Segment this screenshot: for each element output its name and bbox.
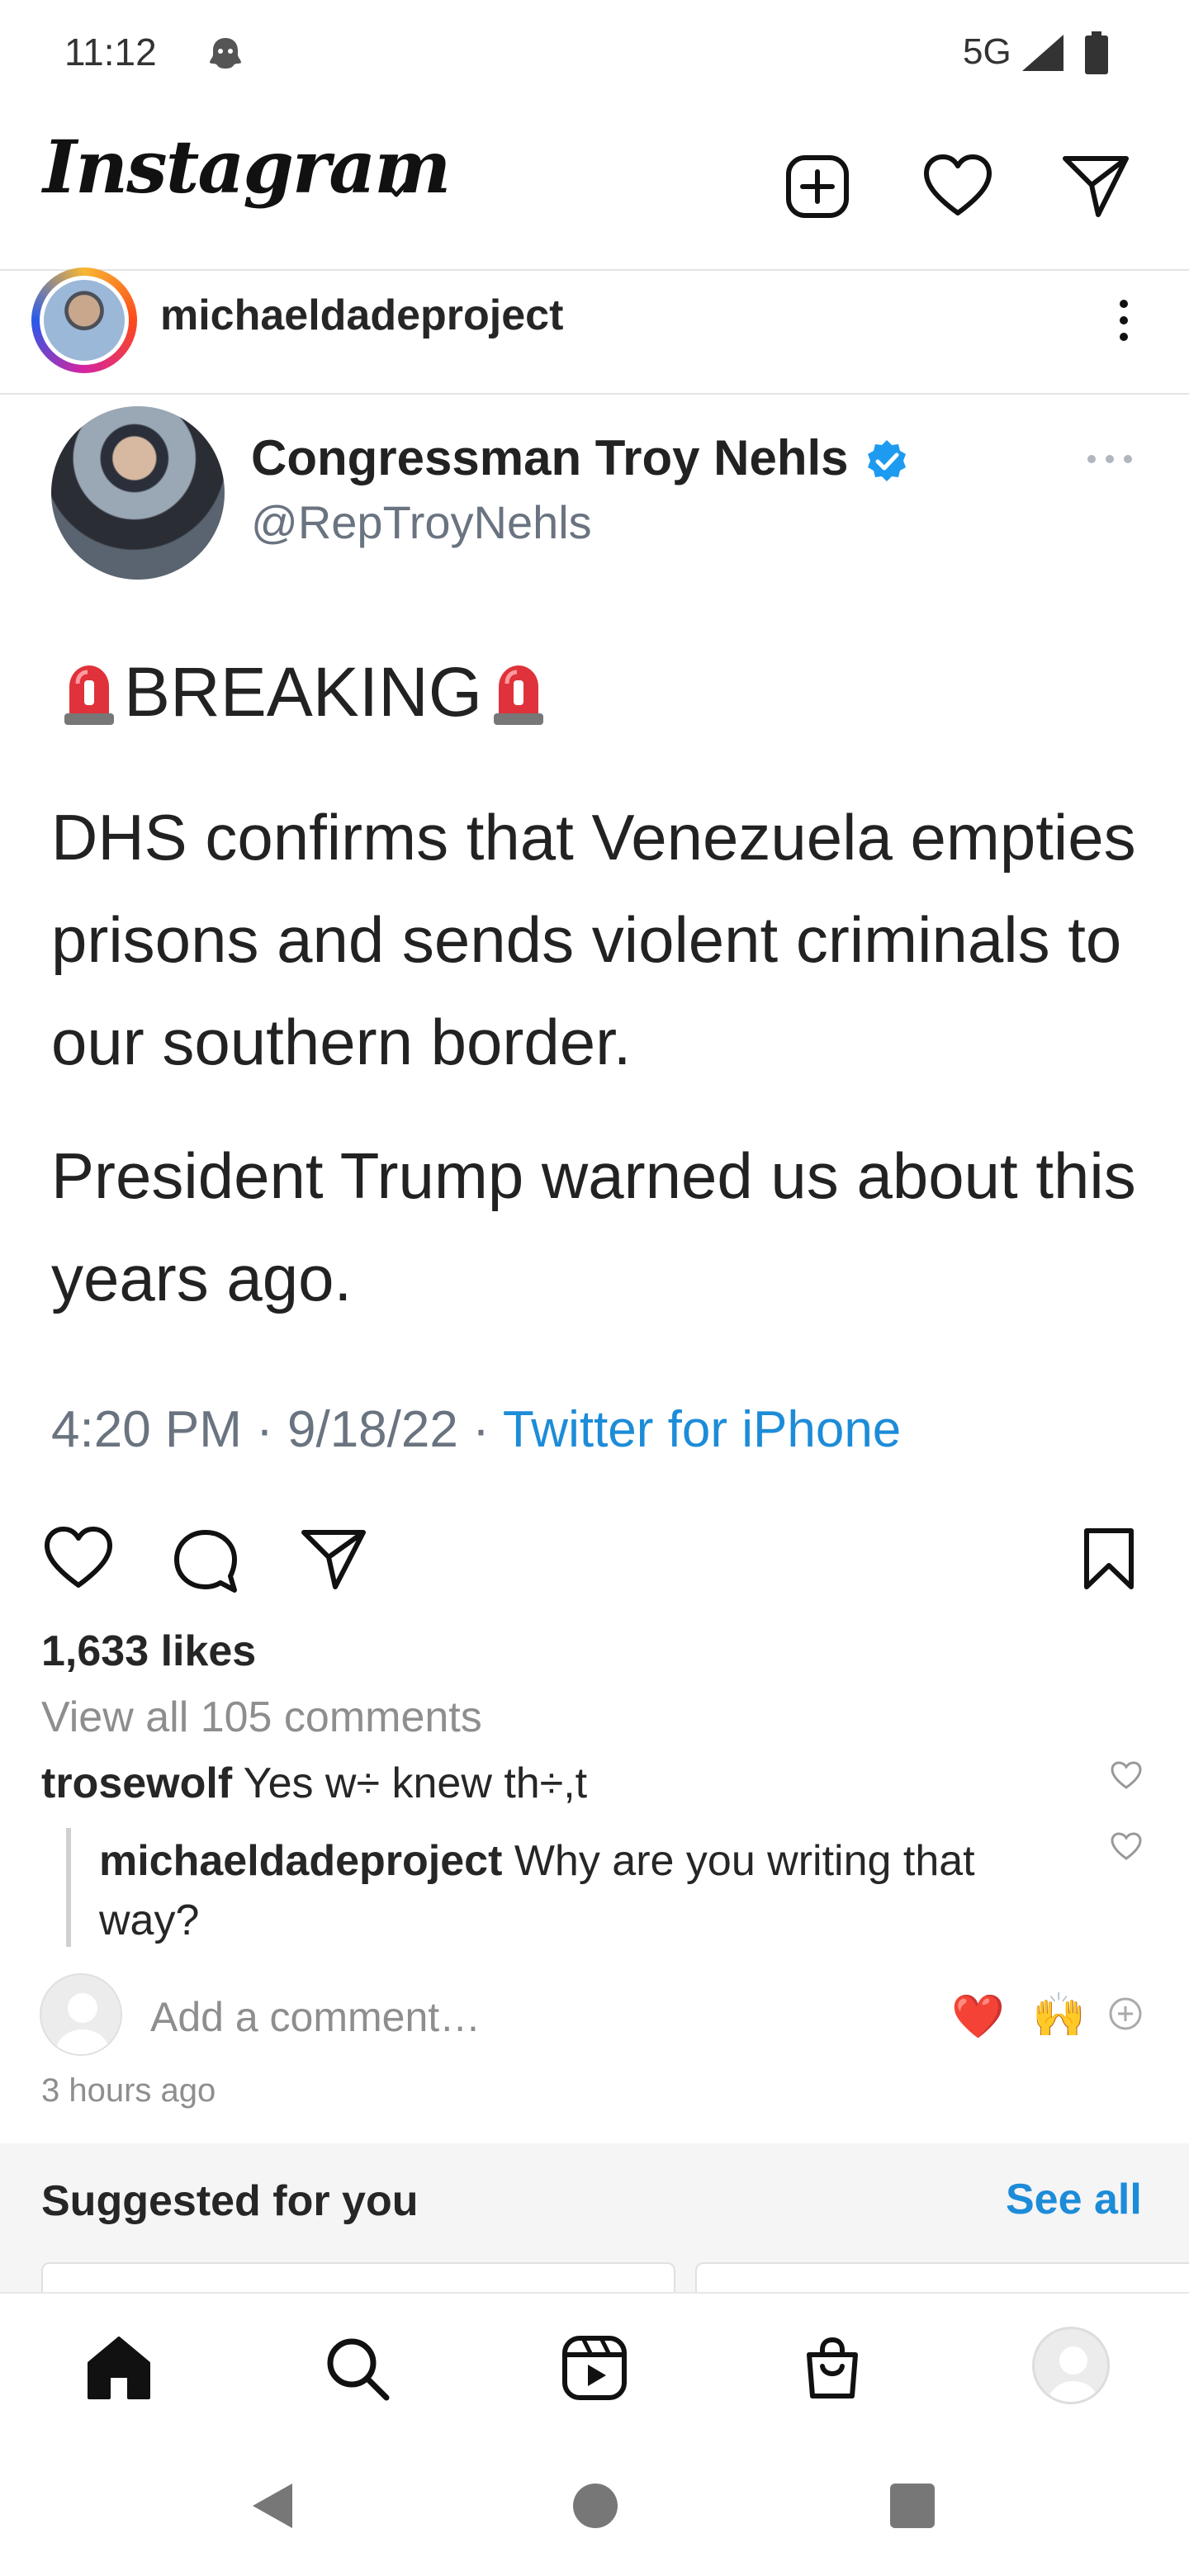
- tweet-headline: BREAKING: [59, 652, 548, 732]
- reply-thread-line: [66, 1828, 71, 1947]
- default-avatar-icon: [56, 1993, 109, 2054]
- tweet-more-icon: [1087, 455, 1132, 463]
- add-post-icon[interactable]: [784, 154, 850, 220]
- siren-emoji-icon: [64, 665, 114, 725]
- comment-like-icon[interactable]: [1110, 1831, 1143, 1861]
- network-type: 5G: [963, 31, 1011, 72]
- system-home-button[interactable]: [573, 2484, 618, 2528]
- more-emoji-icon[interactable]: [1108, 1996, 1143, 2031]
- signal-icon: [1022, 35, 1063, 71]
- notification-ghost-icon: [210, 38, 241, 69]
- comment-username[interactable]: trosewolf: [41, 1759, 232, 1807]
- comment-icon[interactable]: [172, 1527, 239, 1595]
- current-user-avatar: [40, 1973, 122, 2056]
- header-divider: [0, 269, 1189, 271]
- recent-apps-button[interactable]: [890, 2484, 935, 2528]
- tweet-author-avatar: [51, 406, 225, 580]
- add-comment-input[interactable]: Add a comment…: [150, 1993, 481, 2041]
- comment-reply: michaeldadeproject Why are you writing t…: [99, 1831, 1049, 1950]
- heart-icon[interactable]: [923, 154, 992, 218]
- verified-badge-icon: [868, 440, 906, 481]
- search-icon[interactable]: [322, 2333, 391, 2403]
- tweet-source: Twitter for iPhone: [502, 1401, 902, 1458]
- like-heart-icon[interactable]: [43, 1526, 114, 1590]
- quick-emoji-heart[interactable]: ❤️: [951, 1991, 1005, 2042]
- status-time: 11:12: [64, 31, 157, 73]
- shop-icon[interactable]: [798, 2333, 867, 2403]
- reels-icon[interactable]: [560, 2333, 629, 2403]
- quick-emoji-raised-hands[interactable]: 🙌: [1032, 1990, 1086, 2040]
- tweet-body-paragraph: DHS confirms that Venezuela empties pris…: [51, 801, 1136, 1078]
- profile-tab-avatar[interactable]: [1032, 2327, 1110, 2404]
- home-icon[interactable]: [84, 2333, 154, 2403]
- comment-username[interactable]: michaeldadeproject: [99, 1837, 502, 1885]
- post-header-divider: [0, 393, 1189, 395]
- share-icon[interactable]: [301, 1527, 367, 1592]
- comment-text: Yes w÷ knew th÷,t: [243, 1759, 588, 1807]
- direct-message-icon[interactable]: [1062, 154, 1130, 220]
- post-username[interactable]: michaeldadeproject: [160, 291, 563, 340]
- tweet-timestamp: 4:20 PM · 9/18/22 ·: [51, 1401, 503, 1458]
- back-icon[interactable]: [249, 2480, 296, 2531]
- siren-emoji-icon: [494, 665, 544, 725]
- view-all-comments-link[interactable]: View all 105 comments: [41, 1693, 482, 1742]
- comment: trosewolf Yes w÷ knew th÷,t: [41, 1759, 587, 1808]
- likes-count[interactable]: 1,633 likes: [41, 1627, 256, 1676]
- suggested-title: Suggested for you: [41, 2177, 419, 2225]
- bookmark-icon[interactable]: [1082, 1526, 1136, 1592]
- tweet-meta: 4:20 PM · 9/18/22 · Twitter for iPhone: [51, 1400, 901, 1459]
- post-author-avatar[interactable]: [40, 276, 129, 365]
- see-all-link[interactable]: See all: [1006, 2175, 1142, 2224]
- comment-like-icon[interactable]: [1110, 1760, 1143, 1790]
- more-options-icon[interactable]: [1111, 296, 1136, 345]
- post-time-ago: 3 hours ago: [41, 2072, 216, 2109]
- tweet-display-name: Congressman Troy Nehls: [251, 430, 849, 485]
- tweet-handle: @RepTroyNehls: [251, 496, 592, 548]
- breaking-text: BREAKING: [124, 653, 483, 731]
- tweet-body-paragraph: President Trump warned us about this yea…: [51, 1139, 1136, 1314]
- battery-icon: [1085, 31, 1108, 74]
- chevron-down-icon[interactable]: [378, 173, 414, 201]
